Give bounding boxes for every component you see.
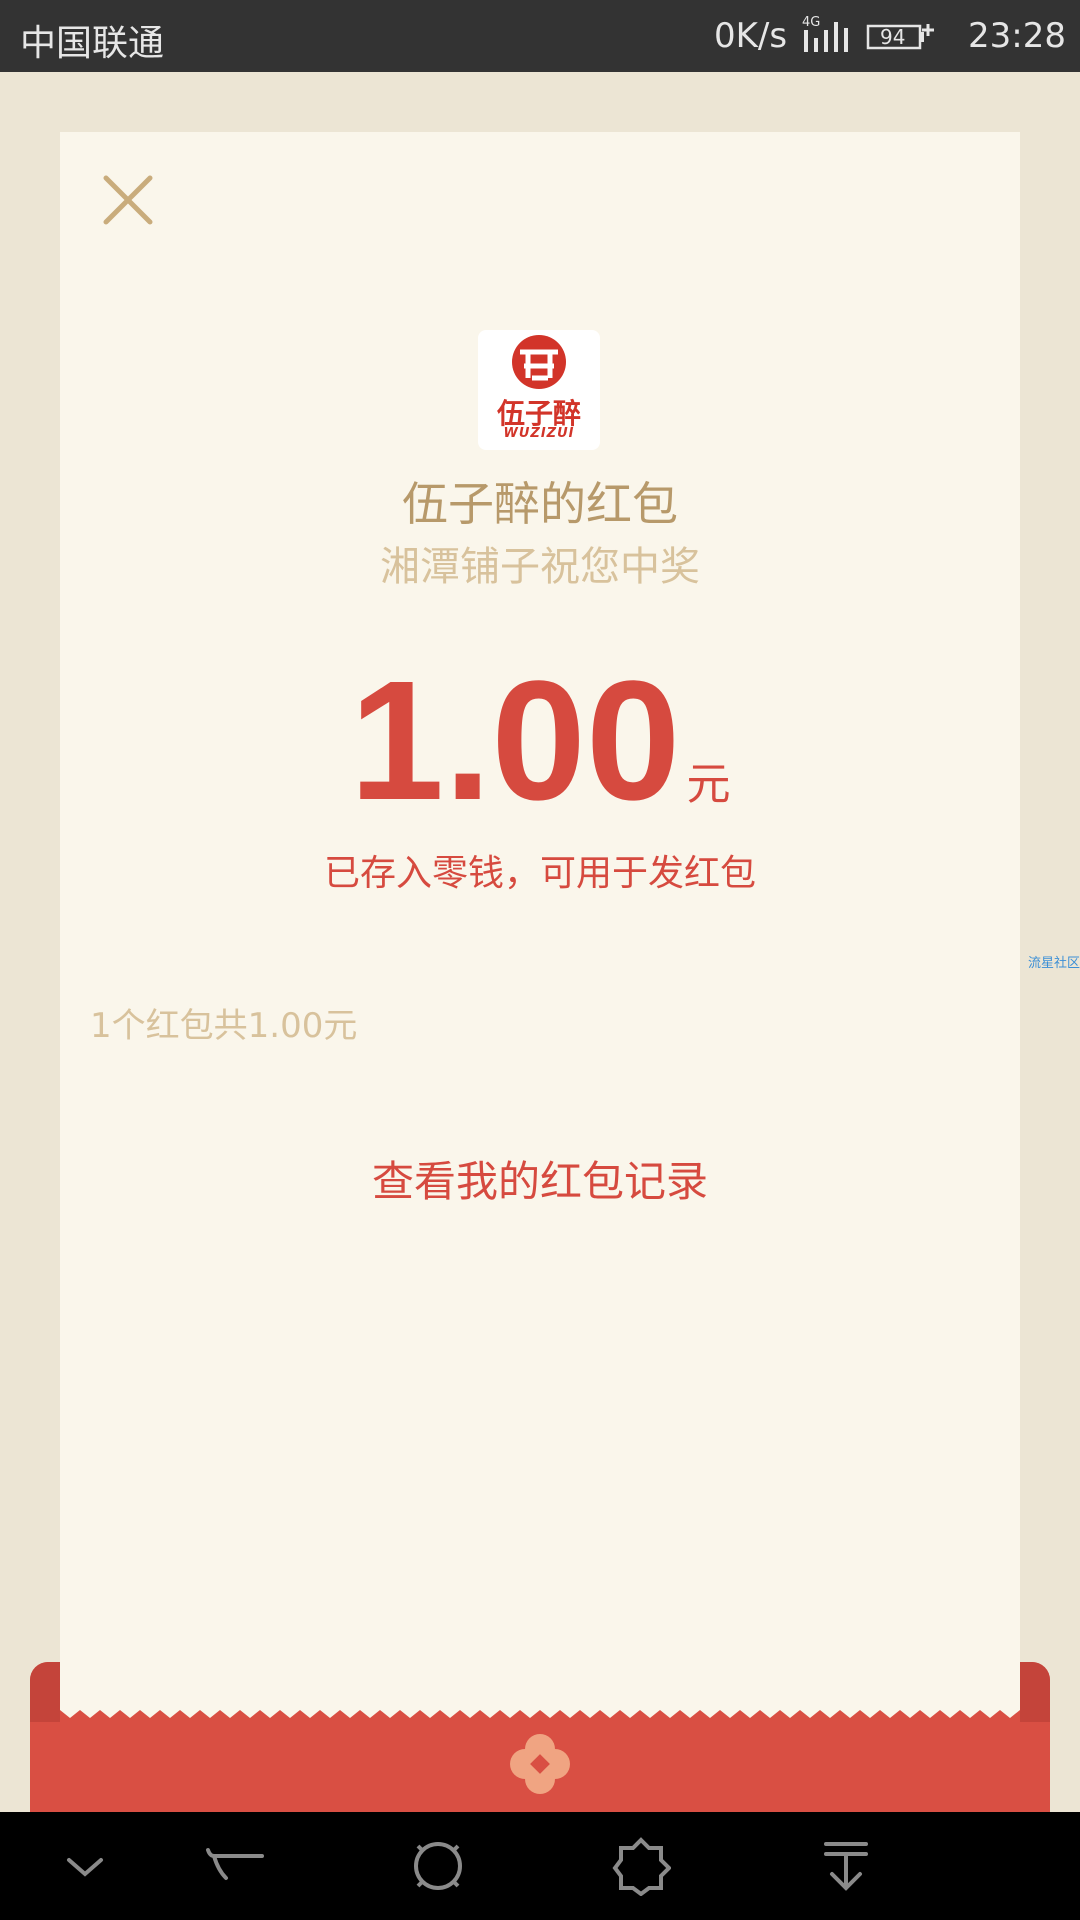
red-envelope-flap-left [30,1662,60,1722]
zigzag-edge [60,1700,1020,1718]
greeting-message: 湘潭铺子祝您中奖 [380,544,700,590]
watermark: 流星社区 [1028,956,1080,971]
recents-icon[interactable] [611,1836,671,1896]
network-type-label: 4G [802,15,820,30]
notification-pull-icon[interactable] [816,1836,876,1896]
network-speed: 0K/s [714,16,788,56]
logo-latin: WUZIZUI [503,426,575,441]
back-icon[interactable] [204,1836,264,1896]
signal-icon: 4G [802,15,848,52]
battery-level: 94 [880,25,905,49]
sender-title: 伍子醉的红包 [402,477,678,531]
home-icon[interactable] [408,1836,468,1896]
system-nav-bar [0,1812,1080,1920]
packet-summary: 1个红包共1.00元 [90,1006,358,1046]
chevron-down-icon[interactable] [55,1836,115,1896]
amount-row: 1.00 元 [0,656,1080,826]
close-icon[interactable] [100,172,156,228]
status-bar: 中国联通 0K/s 4G 94 23:28 [0,0,1080,72]
battery-icon: 94 [866,24,934,50]
carrier-name: 中国联通 [20,23,165,64]
amount-unit: 元 [686,759,731,810]
view-history-link[interactable]: 查看我的红包记录 [0,1148,1080,1209]
sender-logo: 伍子醉 WUZIZUI [478,330,600,450]
clock: 23:28 [968,16,1066,56]
red-envelope-flap-right [1020,1662,1050,1722]
deposit-note[interactable]: 已存入零钱，可用于发红包 [0,844,1080,896]
coin-ornament-icon [510,1734,570,1794]
amount-value: 1.00 [349,646,681,836]
